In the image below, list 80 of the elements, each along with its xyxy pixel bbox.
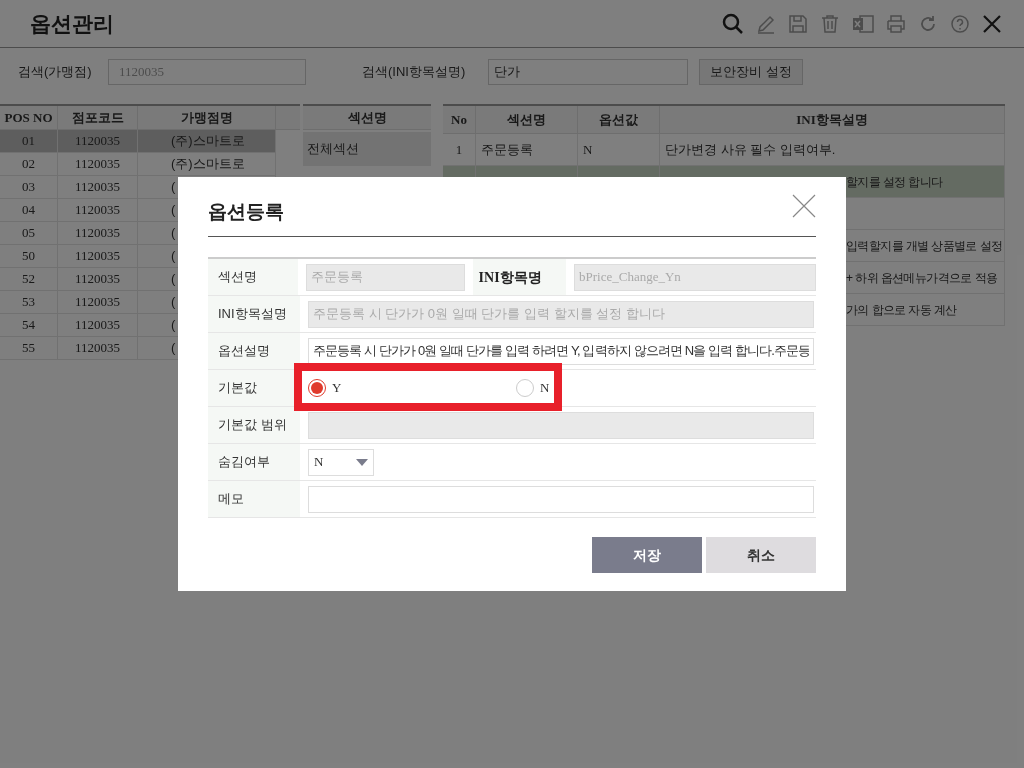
table-cell-text: 1120035	[75, 178, 120, 197]
refresh-icon[interactable]	[918, 13, 938, 34]
table-cell-text: 할지를 설정 합니다	[846, 173, 943, 191]
table-cell-text: N	[583, 140, 593, 159]
field-label: 기본값	[218, 379, 257, 398]
select-field[interactable]: N	[308, 448, 374, 476]
close-icon[interactable]	[982, 13, 1002, 34]
column-header: 섹션명	[507, 110, 546, 129]
table-row[interactable]: 01 1120035 (주)스마트로	[0, 130, 276, 153]
table-cell-text: 02	[22, 155, 35, 174]
save-icon[interactable]	[788, 13, 808, 34]
table-row[interactable]: 1 주문등록 N 단가변경 사유 필수 입력여부.	[443, 134, 1005, 166]
table-cell-text: 1120035	[75, 155, 120, 174]
table-cell-text: 입력할지를 개별 상품별로 설정	[846, 237, 1003, 255]
table-cell-text: 가의 합으로 자동 계산	[846, 301, 957, 319]
table-cell-text: 1120035	[75, 224, 120, 243]
table-cell-text: 단가변경 사유 필수 입력여부.	[665, 140, 836, 159]
field-label: 숨김여부	[218, 453, 270, 472]
table-cell-text: 05	[22, 224, 35, 243]
text-field[interactable]	[308, 485, 814, 513]
table-cell-text: (	[171, 224, 176, 243]
column-header: INI항목설명	[796, 110, 868, 129]
field-label: 메모	[218, 490, 244, 509]
field-label: 옵션설명	[218, 342, 270, 361]
table-cell-text: (	[171, 316, 176, 335]
table-row[interactable]: 02 1120035 (주)스마트로	[0, 153, 276, 176]
trash-icon[interactable]	[820, 13, 840, 34]
caret-icon	[356, 458, 368, 466]
table-cell-text: 1120035	[75, 247, 120, 266]
table-cell-text: (	[171, 178, 176, 197]
table-cell-text: 01	[22, 132, 35, 151]
window-title: 옵션관리	[30, 10, 114, 37]
table-cell-text: 1120035	[75, 132, 120, 151]
column-header: 가맹점명	[180, 108, 233, 127]
search-label: 검색(INI항목설명)	[362, 63, 467, 82]
radio-option[interactable]: N	[516, 378, 550, 398]
table-cell-text: (주)스마트로	[171, 132, 245, 151]
radio-option[interactable]: Y	[308, 378, 508, 398]
table-cell-text: 1120035	[75, 316, 120, 335]
table-cell-text: 50	[22, 247, 35, 266]
table-cell-text: (주)스마트로	[171, 155, 245, 174]
help-icon[interactable]	[950, 13, 970, 34]
table-cell-text: (	[171, 293, 176, 312]
table-cell-text: (	[171, 270, 176, 289]
text-field[interactable]: 주문등록 시 단가가 0원 일때 단가를 입력 하려면 Y, 입력하지 않으려면 N을 입력 합니다.주문등	[308, 337, 814, 365]
table-cell-text: (	[171, 201, 176, 220]
table-cell-text: 04	[22, 201, 35, 220]
table-cell-text: 1120035	[75, 270, 120, 289]
search-label: 검색(가맹점)	[18, 63, 93, 82]
field-label: 기본값 범위	[218, 416, 287, 435]
table-cell-text: 03	[22, 178, 35, 197]
table-cell-text: + 하위 옵션메뉴가격으로 적용	[846, 269, 998, 287]
table-cell-text: 1120035	[75, 339, 120, 358]
field-label: 섹션명	[218, 268, 257, 287]
table-cell-text: 52	[22, 270, 35, 289]
section-item[interactable]: 전체섹션	[303, 132, 431, 166]
table-cell-text: 1	[455, 140, 463, 159]
close-icon[interactable]	[792, 194, 816, 218]
column-header: 섹션명	[347, 108, 387, 127]
cancel-button[interactable]: 취소	[706, 537, 816, 573]
table-cell-text: 54	[22, 316, 35, 335]
table-cell-text: 주문등록	[481, 140, 533, 159]
table-cell-text: 55	[22, 339, 35, 358]
column-header: No	[451, 110, 467, 129]
spreadsheet-icon[interactable]	[852, 13, 874, 34]
table-cell-text: 1120035	[75, 293, 120, 312]
security-settings-button[interactable]: 보안장비 설정	[699, 59, 803, 85]
column-header: 점포코드	[71, 108, 124, 127]
print-icon[interactable]	[886, 13, 906, 34]
column-header: 옵션값	[599, 110, 638, 129]
save-button[interactable]: 저장	[592, 537, 702, 573]
search-field[interactable]: 단가	[488, 59, 688, 85]
table-cell-text: (	[171, 339, 176, 358]
search-icon[interactable]	[722, 12, 744, 35]
table-cell-text: 1120035	[75, 201, 120, 220]
pencil-icon[interactable]	[756, 13, 776, 34]
table-cell-text: (	[171, 247, 176, 266]
column-header: POS NO	[4, 108, 53, 127]
table-cell-text: 53	[22, 293, 35, 312]
field-label: INI항목명	[478, 268, 542, 287]
